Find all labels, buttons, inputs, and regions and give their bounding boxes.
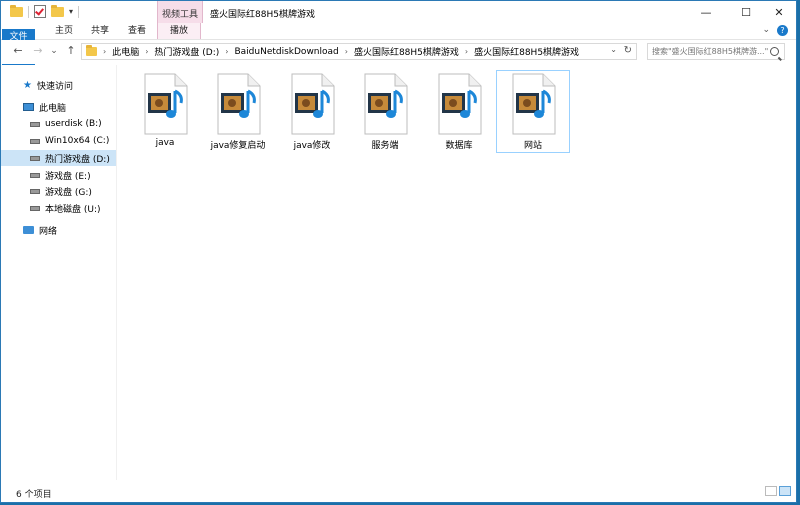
customize-toolbar-icon[interactable]: ▾: [69, 7, 73, 16]
folder-icon: [86, 45, 97, 56]
chevron-right-icon[interactable]: ›: [465, 47, 468, 56]
maximize-button[interactable]: ☐: [728, 1, 764, 23]
breadcrumb-folder[interactable]: 盛火国际红88H5棋牌游戏: [354, 45, 459, 58]
file-item-java[interactable]: java: [129, 71, 201, 152]
breadcrumb-download[interactable]: BaiduNetdiskDownload: [234, 47, 338, 57]
chevron-right-icon[interactable]: ›: [145, 47, 148, 56]
file-item-java-fix-start[interactable]: java修复启动: [202, 71, 274, 152]
sidebar-item-label: userdisk (B:): [45, 119, 102, 129]
sidebar-item-quick-access[interactable]: ★ 快速访问: [1, 77, 116, 93]
tab-share[interactable]: 共享: [85, 23, 115, 39]
video-file-icon: [438, 73, 482, 135]
explorer-window: ▾ 视频工具 盛火国际红88H5棋牌游戏 — ☐ ✕ 文件 主页 共享 查看 播…: [0, 0, 797, 503]
chevron-right-icon[interactable]: ›: [225, 47, 228, 56]
sidebar-item-label: 快速访问: [36, 81, 73, 92]
video-file-icon: [512, 73, 556, 135]
sidebar-item-drive-e[interactable]: 游戏盘 (E:): [1, 167, 116, 183]
quick-access-icon: ★: [23, 79, 32, 91]
file-name: java修复启动: [210, 141, 266, 151]
search-box[interactable]: [647, 43, 785, 60]
context-tab-group-label: 视频工具: [161, 10, 198, 20]
breadcrumb-current[interactable]: 盛火国际红88H5棋牌游戏: [474, 45, 579, 58]
toolbar-divider: [28, 5, 29, 18]
file-item-java-modify[interactable]: java修改: [276, 71, 348, 152]
minimize-button[interactable]: —: [688, 1, 724, 23]
address-history-icon[interactable]: ⌄: [610, 45, 617, 54]
sidebar-item-label: 网络: [39, 226, 58, 237]
help-icon[interactable]: ?: [777, 25, 788, 36]
sidebar-item-network[interactable]: 网络: [1, 222, 116, 238]
sidebar-item-label: 游戏盘 (E:): [45, 171, 91, 182]
expand-ribbon-icon[interactable]: ⌄: [762, 25, 770, 35]
tab-play[interactable]: 播放: [157, 23, 201, 39]
file-name: 服务端: [371, 141, 399, 151]
new-folder-icon[interactable]: [51, 4, 64, 17]
file-item-server[interactable]: 服务端: [349, 71, 421, 152]
details-view-icon[interactable]: [765, 486, 777, 496]
sidebar-item-drive-d[interactable]: 热门游戏盘 (D:): [1, 150, 116, 166]
properties-icon[interactable]: [34, 5, 46, 18]
drive-icon: [30, 172, 40, 178]
file-list: java java修复启动 java修改 服务端 数据库 网站: [117, 65, 796, 480]
context-tab-group: 视频工具: [157, 1, 203, 23]
folder-icon: [10, 4, 23, 17]
file-name: 数据库: [445, 141, 473, 151]
file-item-database[interactable]: 数据库: [423, 71, 495, 152]
breadcrumb-drive[interactable]: 热门游戏盘 (D:): [154, 45, 219, 58]
drive-icon: [30, 188, 40, 194]
sidebar-item-label: Win10x64 (C:): [45, 136, 110, 146]
item-count: 6 个项目: [16, 490, 52, 500]
ribbon-tabs: 文件 主页 共享 查看 播放 ⌄ ?: [1, 23, 796, 110]
tab-view[interactable]: 查看: [122, 23, 152, 39]
drive-icon: [30, 121, 40, 127]
forward-button[interactable]: →: [31, 44, 45, 58]
back-button[interactable]: ←: [11, 44, 25, 58]
file-name: java: [155, 138, 175, 148]
video-file-icon: [291, 73, 335, 135]
file-name: java修改: [293, 141, 331, 151]
toolbar-divider: [78, 5, 80, 18]
video-file-icon: [217, 73, 261, 135]
file-name: 网站: [523, 141, 542, 151]
sidebar-item-label: 此电脑: [39, 103, 67, 114]
video-file-icon: [144, 73, 188, 135]
window-title: 盛火国际红88H5棋牌游戏: [210, 10, 315, 20]
navigation-pane: ★ 快速访问 此电脑 userdisk (B:) Win10x64 (C:) 热…: [1, 65, 117, 480]
title-bar: ▾ 视频工具 盛火国际红88H5棋牌游戏 — ☐ ✕: [1, 1, 796, 23]
file-item-website[interactable]: 网站: [496, 70, 570, 153]
this-pc-icon: [23, 103, 34, 111]
sidebar-item-drive-u[interactable]: 本地磁盘 (U:): [1, 200, 116, 216]
sidebar-item-label: 热门游戏盘 (D:): [45, 154, 110, 165]
sidebar-item-drive-c[interactable]: Win10x64 (C:): [1, 133, 116, 149]
close-button[interactable]: ✕: [761, 1, 797, 23]
video-file-icon: [364, 73, 408, 135]
recent-locations-button[interactable]: ⌄: [47, 44, 61, 58]
navigation-bar: ← → ⌄ ↑ › 此电脑 › 热门游戏盘 (D:) › BaiduNetdis…: [1, 40, 796, 64]
tab-home[interactable]: 主页: [49, 23, 79, 39]
large-icons-view-icon[interactable]: [779, 486, 791, 496]
sidebar-item-label: 游戏盘 (G:): [45, 187, 92, 198]
chevron-right-icon[interactable]: ›: [103, 47, 106, 56]
drive-icon: [30, 155, 40, 161]
drive-icon: [30, 138, 40, 144]
up-button[interactable]: ↑: [64, 44, 78, 58]
network-icon: [23, 226, 34, 234]
sidebar-item-label: 本地磁盘 (U:): [45, 204, 101, 215]
quick-access-toolbar: ▾: [10, 4, 80, 18]
drive-icon: [30, 205, 40, 211]
sidebar-item-drive-g[interactable]: 游戏盘 (G:): [1, 183, 116, 199]
status-bar: 6 个项目: [1, 480, 796, 502]
chevron-right-icon[interactable]: ›: [345, 47, 348, 56]
breadcrumb-this-pc[interactable]: 此电脑: [112, 45, 139, 58]
refresh-icon[interactable]: ↻: [624, 45, 632, 56]
address-bar[interactable]: › 此电脑 › 热门游戏盘 (D:) › BaiduNetdiskDownloa…: [81, 43, 637, 60]
search-input[interactable]: [652, 47, 770, 56]
sidebar-item-drive-b[interactable]: userdisk (B:): [1, 116, 116, 132]
search-icon[interactable]: [770, 47, 779, 56]
sidebar-item-this-pc[interactable]: 此电脑: [1, 99, 116, 115]
